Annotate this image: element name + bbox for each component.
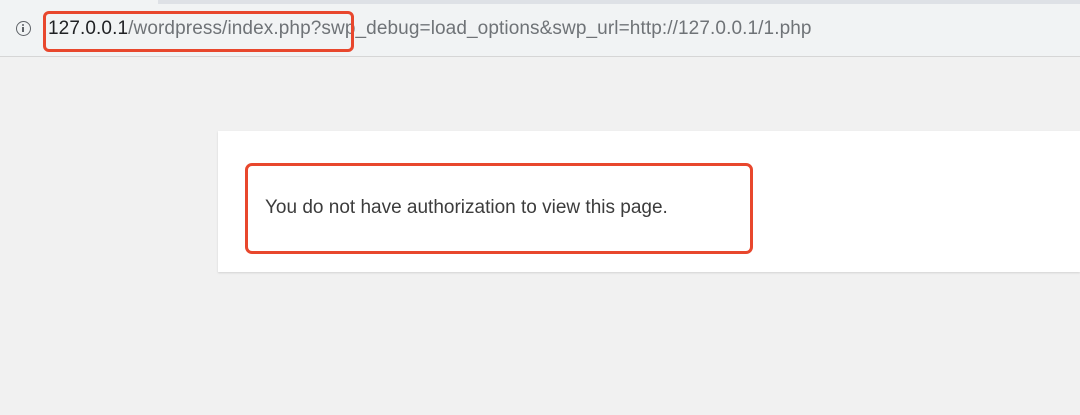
address-bar[interactable]: 127.0.0.1/wordpress/index.php?swp_debug=…: [0, 4, 1080, 57]
url-annotation-box: [43, 11, 354, 52]
info-icon[interactable]: [16, 21, 31, 36]
message-annotation-box: [245, 163, 753, 254]
